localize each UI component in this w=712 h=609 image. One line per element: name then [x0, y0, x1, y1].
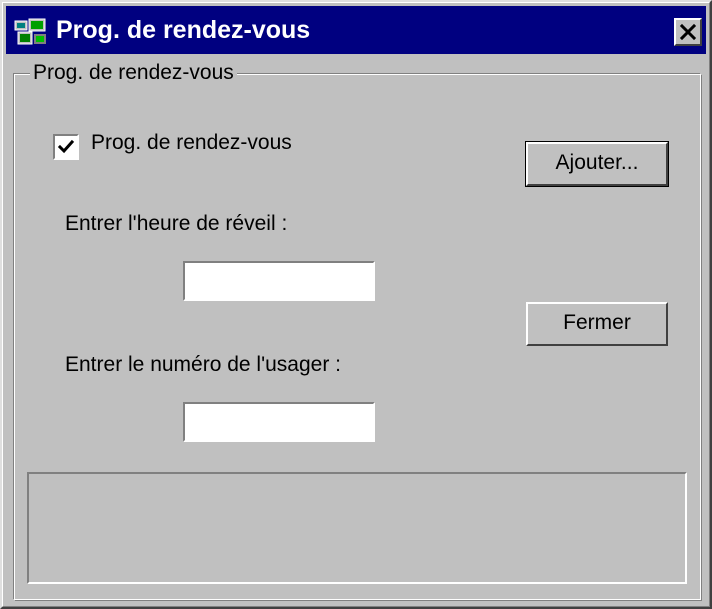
window-title: Prog. de rendez-vous	[56, 16, 311, 44]
dialog-window: Prog. de rendez-vous Prog. de rendez-vou…	[0, 0, 712, 609]
wakeup-time-label: Entrer l'heure de réveil :	[65, 212, 288, 235]
title-bar[interactable]: Prog. de rendez-vous	[6, 6, 706, 54]
wakeup-time-input[interactable]	[183, 261, 375, 301]
schedule-checkbox-label[interactable]: Prog. de rendez-vous	[91, 128, 292, 158]
add-button[interactable]: Ajouter...	[525, 141, 669, 187]
status-panel	[27, 472, 687, 584]
user-number-input[interactable]	[183, 402, 375, 442]
group-box-legend: Prog. de rendez-vous	[30, 58, 237, 88]
schedule-checkbox[interactable]	[53, 134, 79, 160]
close-button[interactable]	[674, 18, 702, 46]
close-dialog-button[interactable]: Fermer	[526, 302, 668, 346]
scheduler-app-icon	[14, 18, 48, 46]
user-number-label: Entrer le numéro de l'usager :	[65, 353, 341, 376]
